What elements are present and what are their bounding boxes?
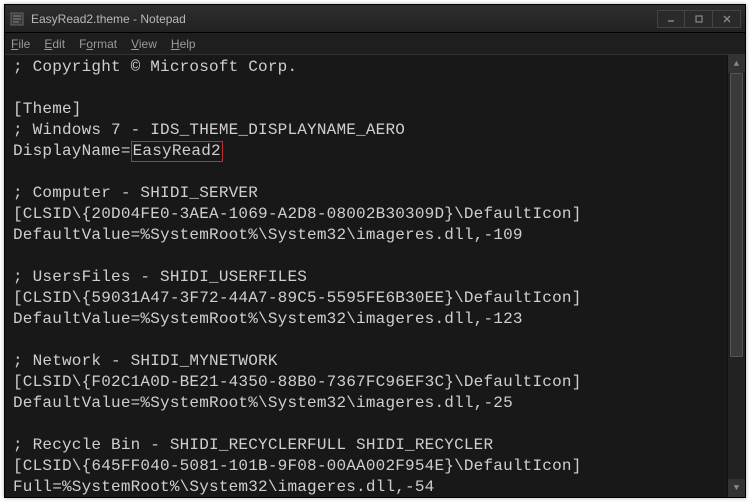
line: ; UsersFiles - SHIDI_USERFILES: [13, 268, 307, 286]
line: [CLSID\{F02C1A0D-BE21-4350-88B0-7367FC96…: [13, 373, 582, 391]
menu-help[interactable]: Help: [171, 37, 196, 51]
menu-edit[interactable]: Edit: [44, 37, 65, 51]
line: [CLSID\{645FF040-5081-101B-9F08-00AA002F…: [13, 457, 582, 475]
line: ; Recycle Bin - SHIDI_RECYCLERFULL SHIDI…: [13, 436, 493, 454]
line: DefaultValue=%SystemRoot%\System32\image…: [13, 310, 523, 328]
highlighted-value: EasyRead2: [131, 141, 223, 162]
text-editor[interactable]: ; Copyright © Microsoft Corp. [Theme] ; …: [5, 55, 745, 497]
minimize-button[interactable]: [657, 10, 685, 28]
line: [CLSID\{59031A47-3F72-44A7-89C5-5595FE6B…: [13, 289, 582, 307]
line: ; Network - SHIDI_MYNETWORK: [13, 352, 278, 370]
line: DefaultValue=%SystemRoot%\System32\image…: [13, 226, 523, 244]
menu-format[interactable]: Format: [79, 37, 117, 51]
line: ; Copyright © Microsoft Corp.: [13, 58, 297, 76]
titlebar[interactable]: EasyRead2.theme - Notepad: [5, 5, 745, 33]
close-button[interactable]: [713, 10, 741, 28]
window-title: EasyRead2.theme - Notepad: [31, 12, 657, 26]
menu-file[interactable]: File: [11, 37, 30, 51]
line: ; Computer - SHIDI_SERVER: [13, 184, 258, 202]
line: Full=%SystemRoot%\System32\imageres.dll,…: [13, 478, 434, 496]
maximize-button[interactable]: [685, 10, 713, 28]
menubar: File Edit Format View Help: [5, 33, 745, 55]
app-icon: [9, 11, 25, 27]
line: ; Windows 7 - IDS_THEME_DISPLAYNAME_AERO: [13, 121, 405, 139]
scroll-up-arrow[interactable]: ▲: [728, 55, 745, 73]
line: DefaultValue=%SystemRoot%\System32\image…: [13, 394, 513, 412]
line: DisplayName=EasyRead2: [13, 142, 223, 160]
line: [Theme]: [13, 100, 82, 118]
scroll-track[interactable]: [728, 73, 745, 479]
menu-view[interactable]: View: [131, 37, 157, 51]
notepad-window: EasyRead2.theme - Notepad File Edit Form…: [4, 4, 746, 498]
scroll-down-arrow[interactable]: ▼: [728, 479, 745, 497]
window-controls: [657, 10, 741, 28]
scroll-thumb[interactable]: [730, 73, 743, 357]
line: [CLSID\{20D04FE0-3AEA-1069-A2D8-08002B30…: [13, 205, 582, 223]
vertical-scrollbar[interactable]: ▲ ▼: [727, 55, 745, 497]
